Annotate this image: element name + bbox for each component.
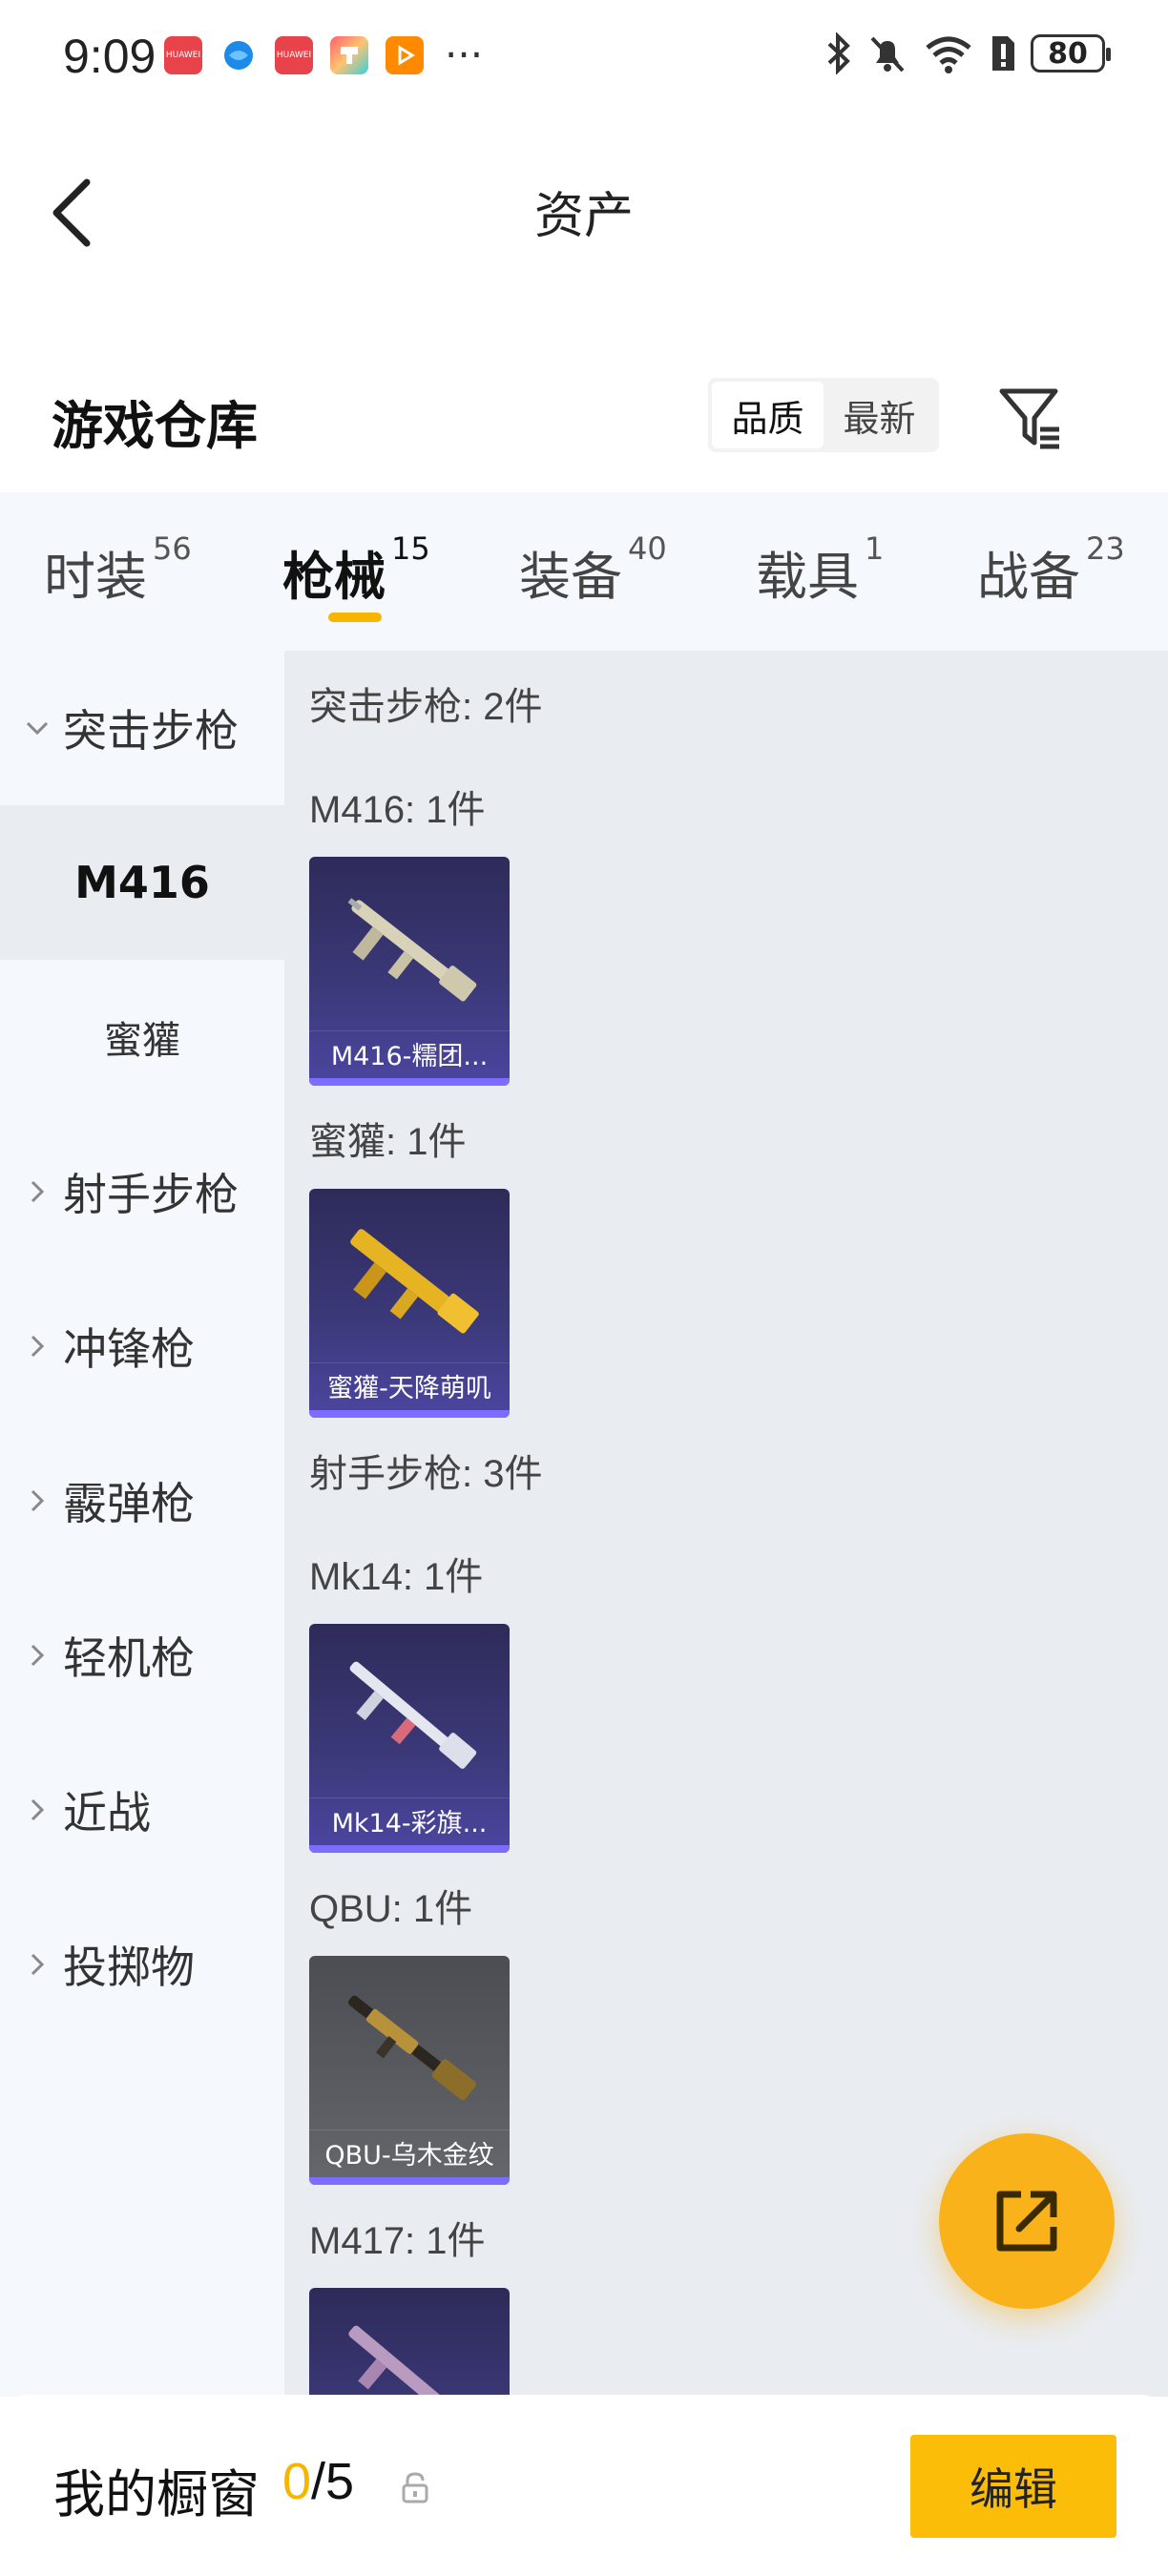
system-icons: 80 xyxy=(824,32,1111,74)
warehouse-title: 游戏仓库 xyxy=(52,396,258,456)
status-time: 9:09 xyxy=(63,30,156,83)
subsection-header: M417: 1件 xyxy=(309,2220,486,2262)
chevron-right-icon xyxy=(25,1488,50,1513)
section-header: 突击步枪: 2件 xyxy=(309,686,543,728)
sidebar-item-assault-rifle[interactable]: 突击步枪 xyxy=(0,651,284,805)
chevron-right-icon xyxy=(25,1797,50,1822)
tab-combat-supplies[interactable]: 战备 23 xyxy=(977,530,1125,610)
rarity-bar xyxy=(309,1078,510,1086)
tab-costume[interactable]: 时装 56 xyxy=(44,530,192,610)
rifle-icon xyxy=(347,1995,476,2101)
item-card[interactable]: M416-糯团... xyxy=(309,857,510,1086)
chevron-down-icon xyxy=(25,716,50,740)
sidebar-subitem-m416[interactable]: M416 xyxy=(0,805,284,960)
rarity-bar xyxy=(309,2177,510,2185)
section-header: 射手步枪: 3件 xyxy=(309,1453,543,1495)
huawei-app-icon: HUAWEI xyxy=(164,36,202,74)
chevron-right-icon xyxy=(25,1952,50,1977)
share-external-icon xyxy=(996,2191,1057,2252)
sidebar-item-label: 投掷物 xyxy=(63,1942,195,1993)
tab-vehicle[interactable]: 载具 1 xyxy=(756,530,884,610)
colorful-app-icon xyxy=(330,36,368,74)
sidebar-item-melee[interactable]: 近战 xyxy=(0,1733,284,1887)
rifle-icon xyxy=(350,1229,479,1334)
sidebar-item-label: 冲锋枪 xyxy=(63,1323,195,1375)
showcase-current: 0 xyxy=(282,2453,312,2510)
sidebar-item-label: 霰弹枪 xyxy=(63,1478,195,1529)
share-fab-button[interactable] xyxy=(939,2133,1115,2309)
item-card[interactable]: QBU-乌木金纹 xyxy=(309,1956,510,2185)
browser-app-icon xyxy=(219,36,258,74)
subsection-header: Mk14: 1件 xyxy=(309,1556,484,1598)
mute-bell-icon xyxy=(870,36,905,73)
item-card[interactable]: 蜜獾-天降萌叽 xyxy=(309,1189,510,1418)
sort-quality-button[interactable]: 品质 xyxy=(712,382,824,448)
rarity-bar xyxy=(309,1845,510,1853)
tab-firearms[interactable]: 枪械 15 xyxy=(282,530,430,610)
bluetooth-icon xyxy=(827,32,850,74)
chevron-right-icon xyxy=(25,1643,50,1668)
active-tab-indicator xyxy=(328,613,382,622)
sidebar-item-shotgun[interactable]: 霰弹枪 xyxy=(0,1423,284,1578)
filter-button[interactable] xyxy=(996,385,1065,452)
showcase-count: 0/5 xyxy=(282,2452,354,2511)
sidebar-item-marksman-rifle[interactable]: 射手步枪 xyxy=(0,1114,284,1269)
sim-alert-icon xyxy=(992,36,1014,71)
showcase-title: 我的橱窗 xyxy=(53,2464,260,2524)
huawei-app-icon-2: HUAWEI xyxy=(275,36,313,74)
sort-toggle: 品质 最新 xyxy=(708,378,939,452)
rifle-icon xyxy=(348,2325,471,2397)
battery-indicator: 80 xyxy=(1031,34,1111,73)
item-name: Mk14-彩旗... xyxy=(309,1797,510,1843)
chevron-right-icon xyxy=(25,1179,50,1204)
item-name: QBU-乌木金纹 xyxy=(309,2129,510,2175)
more-notifications-icon: ··· xyxy=(445,31,484,78)
item-name: 蜜獾-天降萌叽 xyxy=(309,1362,510,1408)
item-card[interactable]: Mk14-彩旗... xyxy=(309,1624,510,1853)
page-title: 资产 xyxy=(533,188,634,245)
sidebar-subitem-honey-badger[interactable]: 蜜獾 xyxy=(0,960,284,1114)
chevron-right-icon xyxy=(25,1334,50,1359)
filter-icon xyxy=(999,388,1059,449)
video-app-icon xyxy=(386,36,424,74)
status-bar: 9:09 HUAWEI HUAWEI ··· 80 xyxy=(0,0,1168,113)
item-name: M416-糯团... xyxy=(309,1030,510,1076)
notification-icons: HUAWEI HUAWEI ··· xyxy=(164,31,484,78)
sidebar-item-label: 轻机枪 xyxy=(63,1632,195,1684)
sidebar-item-label: 近战 xyxy=(63,1787,151,1839)
sidebar-item-lmg[interactable]: 轻机枪 xyxy=(0,1578,284,1733)
rifle-icon xyxy=(349,1661,477,1769)
wifi-icon xyxy=(926,36,971,73)
warehouse-header: 游戏仓库 品质 最新 xyxy=(0,363,1168,487)
tab-equipment[interactable]: 装备 40 xyxy=(519,530,667,610)
rifle-icon xyxy=(347,898,477,1002)
showcase-bar: 我的橱窗 0/5 编辑 xyxy=(0,2395,1168,2576)
item-card[interactable] xyxy=(309,2288,510,2397)
lock-icon xyxy=(402,2472,428,2503)
rarity-bar xyxy=(309,1410,510,1418)
sidebar-item-throwables[interactable]: 投掷物 xyxy=(0,1887,284,2042)
sidebar-item-label: 射手步枪 xyxy=(63,1169,239,1220)
subsection-header: M416: 1件 xyxy=(309,789,486,831)
edit-button[interactable]: 编辑 xyxy=(910,2435,1116,2538)
category-tabs: 时装 56 枪械 15 装备 40 载具 1 战备 23 xyxy=(0,492,1168,651)
subsection-header: 蜜獾: 1件 xyxy=(309,1121,467,1163)
sidebar-item-smg[interactable]: 冲锋枪 xyxy=(0,1269,284,1423)
category-sidebar: 突击步枪 M416 蜜獾 射手步枪 冲锋枪 霰弹枪 轻机枪 近战 投掷物 xyxy=(0,651,284,2397)
sidebar-item-label: 突击步枪 xyxy=(63,705,239,757)
subsection-header: QBU: 1件 xyxy=(309,1888,473,1930)
sort-latest-button[interactable]: 最新 xyxy=(824,382,935,448)
top-nav: 资产 xyxy=(0,113,1168,294)
showcase-total: /5 xyxy=(311,2453,355,2510)
